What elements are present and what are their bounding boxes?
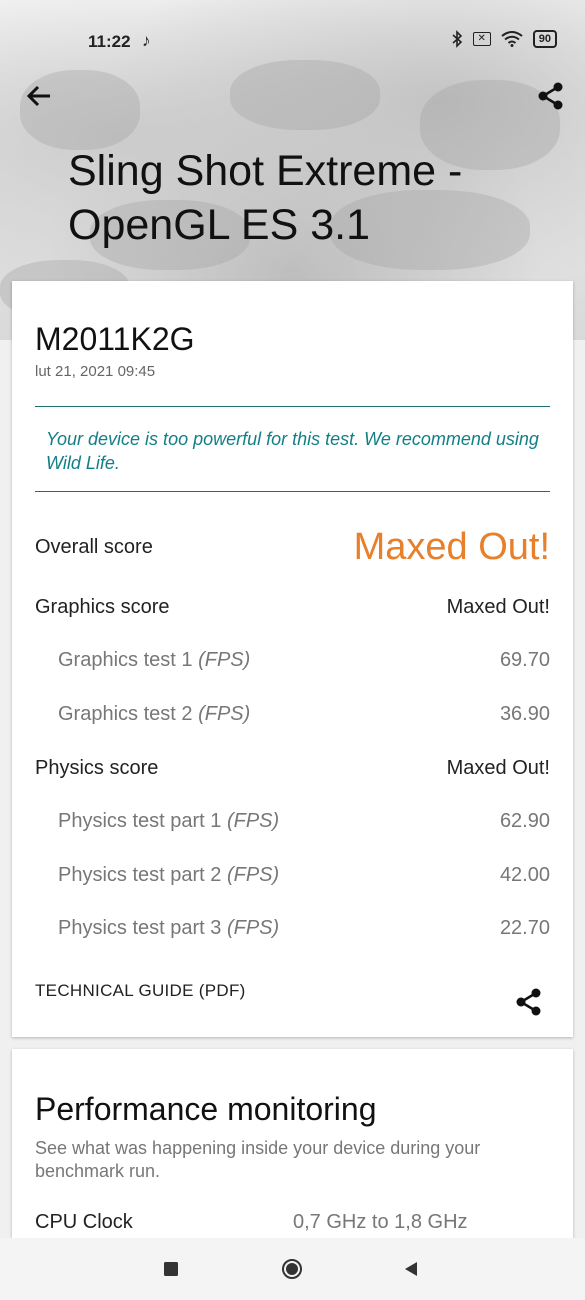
back-triangle-icon	[405, 1262, 417, 1276]
physics-test-value: 62.90	[499, 809, 550, 832]
physics-test-unit: (FPS)	[226, 916, 280, 939]
nav-back-button[interactable]	[396, 1254, 426, 1284]
physics-test-label: Physics test part 1	[58, 809, 222, 832]
result-card: M2011K2G lut 21, 2021 09:45 Your device …	[12, 281, 573, 1037]
overall-score-label: Overall score	[35, 535, 153, 558]
graphics-score-label: Graphics score	[35, 595, 170, 618]
technical-guide-link[interactable]: TECHNICAL GUIDE (PDF)	[35, 981, 246, 1001]
physics-test-row: Physics test part 3 (FPS) 22.70	[35, 908, 550, 948]
back-button[interactable]	[24, 80, 56, 112]
graphics-score-row: Graphics score Maxed Out!	[35, 587, 550, 627]
share-button[interactable]	[536, 80, 566, 112]
status-time: 11:22	[88, 32, 131, 51]
graphics-test-row: Graphics test 2 (FPS) 36.90	[35, 694, 550, 734]
share-icon	[516, 988, 541, 1016]
physics-test-row: Physics test part 1 (FPS) 62.90	[35, 801, 550, 841]
overall-score-row: Overall score Maxed Out!	[35, 525, 550, 568]
device-name: M2011K2G	[35, 321, 195, 357]
technical-guide-share-button[interactable]	[514, 986, 544, 1018]
overall-score-value: Maxed Out!	[353, 525, 550, 568]
wifi-icon	[501, 31, 523, 47]
physics-score-label: Physics score	[35, 756, 159, 779]
graphics-test-unit: (FPS)	[198, 702, 251, 725]
physics-score-row: Physics score Maxed Out!	[35, 748, 550, 788]
performance-title: Performance monitoring	[35, 1091, 377, 1127]
cpu-clock-label: CPU Clock	[35, 1211, 133, 1233]
physics-test-row: Physics test part 2 (FPS) 42.00	[35, 855, 550, 895]
performance-subtitle: See what was happening inside your devic…	[35, 1138, 481, 1181]
notice-text: Your device is too powerful for this tes…	[46, 429, 539, 473]
page-title: Sling Shot Extreme - OpenGL ES 3.1	[68, 147, 463, 249]
tiktok-icon: ♪	[142, 31, 151, 50]
home-button[interactable]	[277, 1254, 307, 1284]
sim-off-icon: ✕	[472, 32, 491, 46]
recents-square-icon	[164, 1262, 178, 1276]
battery-icon: 90	[532, 30, 557, 48]
performance-card: Performance monitoring See what was happ…	[12, 1049, 573, 1249]
graphics-score-value: Maxed Out!	[446, 595, 550, 618]
physics-test-label: Physics test part 2	[58, 863, 222, 886]
graphics-test-unit: (FPS)	[198, 648, 251, 671]
physics-test-unit: (FPS)	[226, 863, 280, 886]
physics-test-label: Physics test part 3	[58, 916, 222, 939]
recents-button[interactable]	[156, 1254, 186, 1284]
result-date: lut 21, 2021 09:45	[35, 363, 156, 380]
physics-test-unit: (FPS)	[226, 809, 280, 832]
system-nav-bar	[0, 1238, 585, 1300]
physics-test-value: 42.00	[499, 863, 550, 886]
status-bar: 11:22 ♪ ✕ 90	[0, 0, 585, 84]
graphics-test-label: Graphics test 1	[58, 648, 193, 671]
home-circle-icon	[282, 1259, 302, 1279]
arrow-back-icon	[26, 85, 50, 107]
share-icon	[538, 82, 563, 110]
cpu-clock-value: 0,7 GHz to 1,8 GHz	[293, 1211, 468, 1233]
physics-test-value: 22.70	[499, 916, 550, 939]
graphics-test-value: 36.90	[499, 702, 550, 725]
graphics-test-label: Graphics test 2	[58, 702, 193, 725]
graphics-test-value: 69.70	[499, 648, 550, 671]
physics-score-value: Maxed Out!	[446, 756, 550, 779]
graphics-test-row: Graphics test 1 (FPS) 69.70	[35, 640, 550, 680]
bluetooth-icon	[452, 30, 462, 48]
notice-banner: Your device is too powerful for this tes…	[35, 406, 550, 492]
